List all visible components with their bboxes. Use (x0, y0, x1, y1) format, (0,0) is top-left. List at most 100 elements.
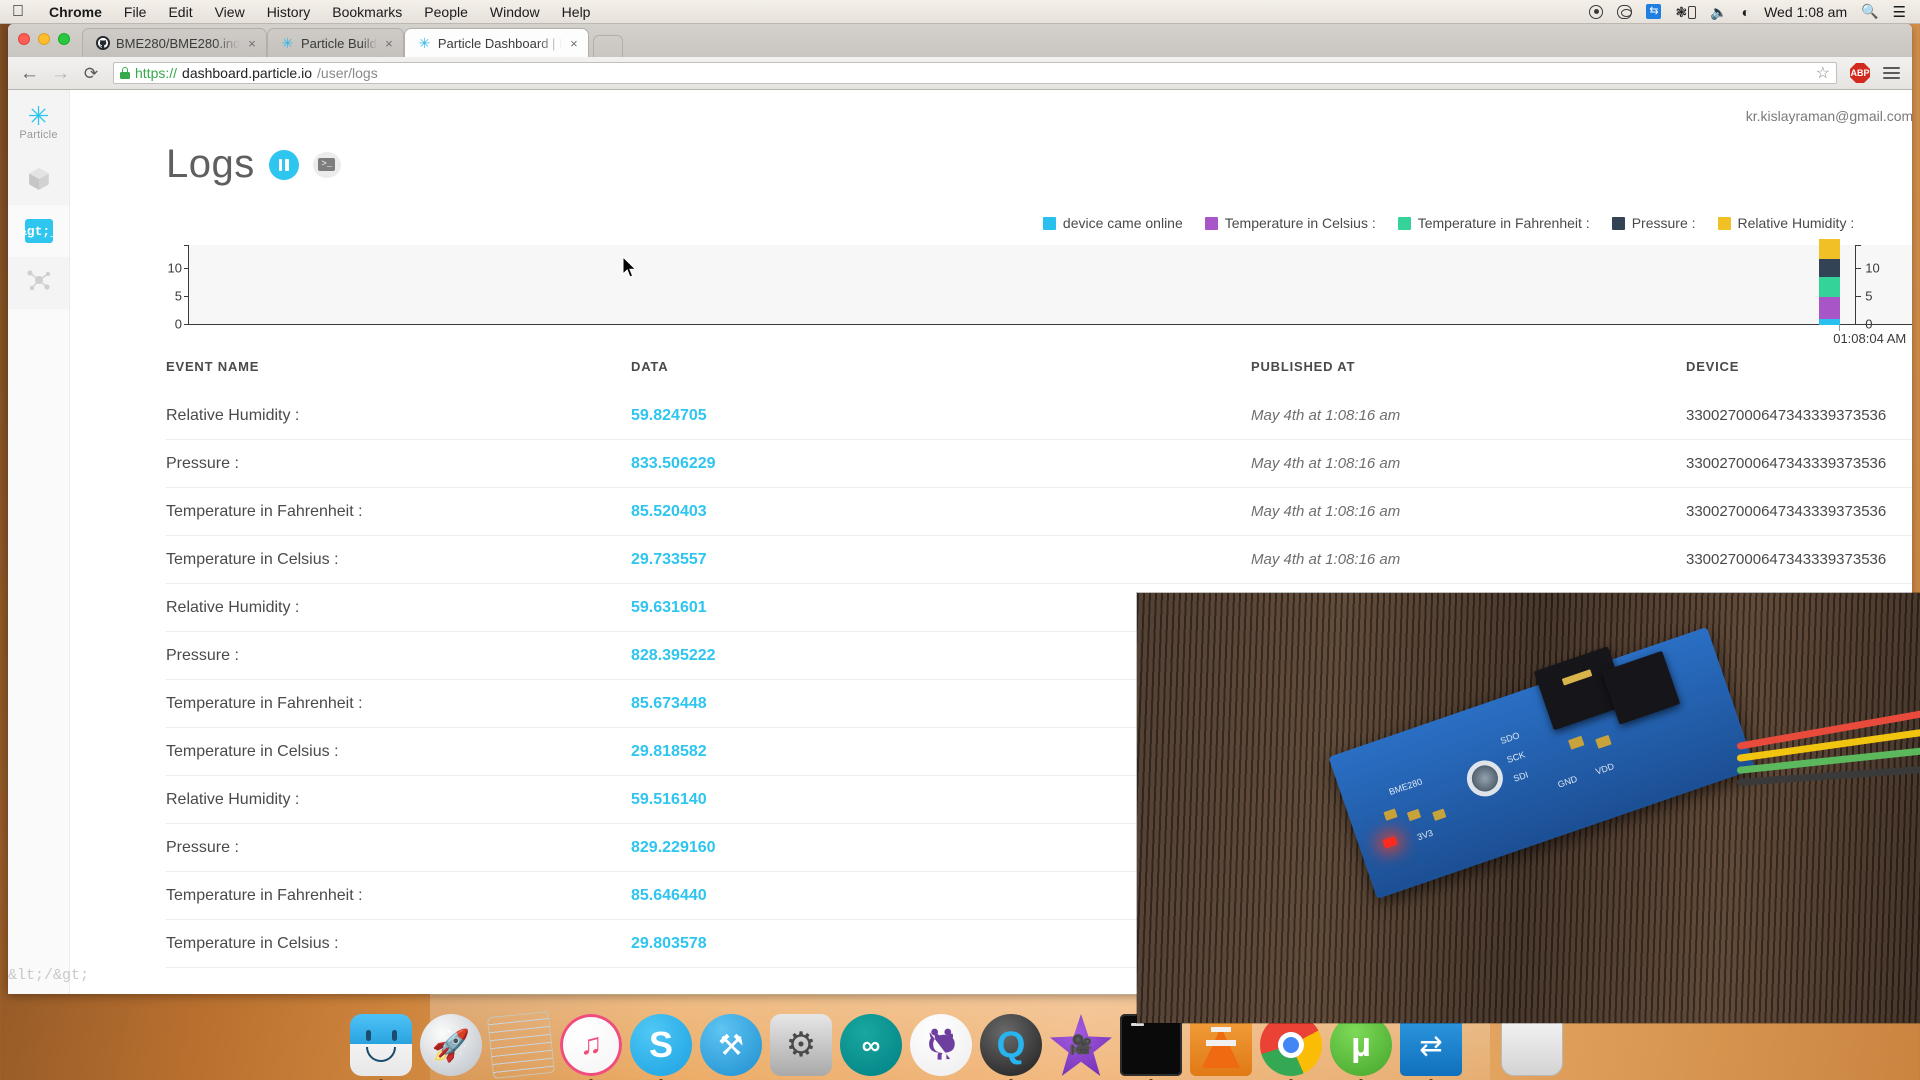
cell-data[interactable]: 29.733557 (631, 551, 1251, 569)
arrows-icon: ⇄ (1419, 1029, 1443, 1061)
table-row[interactable]: Pressure : 833.506229 May 4th at 1:08:16… (166, 440, 1912, 488)
bluetooth-icon[interactable]: ❃ (1675, 5, 1697, 19)
menu-item-bookmarks[interactable]: Bookmarks (321, 4, 413, 20)
volume-icon[interactable]: 🔈 (1710, 5, 1727, 19)
cell-published-at: May 4th at 1:08:16 am (1251, 407, 1401, 424)
cell-device: 330027000647343339373536 (1686, 407, 1887, 424)
menu-item-chrome[interactable]: Chrome (38, 4, 113, 20)
dock-item-arduino[interactable]: ∞ (840, 1014, 902, 1076)
dock-item-notes[interactable] (486, 1010, 556, 1080)
dock-item-trash[interactable] (1501, 1014, 1563, 1076)
gear-icon: ⚙ (785, 1026, 817, 1064)
account-menu[interactable]: kr.kislayraman@gmail.com▾ (1746, 108, 1912, 124)
dock-item-quicktime[interactable]: Q (980, 1014, 1042, 1080)
tab-particle-build[interactable]: ✳ Particle Build × (267, 28, 404, 57)
reload-button[interactable]: ⟳ (82, 65, 100, 82)
legend-item-pressure[interactable]: Pressure : (1611, 215, 1696, 231)
cell-event-name: Temperature in Celsius : (166, 934, 339, 952)
tab-bme280-github[interactable]: BME280/BME280.ino at ma × (82, 28, 267, 57)
menu-bar-clock[interactable]: Wed 1:08 am (1764, 4, 1847, 20)
tab-title: Particle Dashboard | Build (437, 35, 562, 51)
particle-logo-label: Particle (19, 129, 58, 141)
legend-item-temperature-fahrenheit[interactable]: Temperature in Fahrenheit : (1397, 215, 1590, 231)
cell-event-name: Pressure : (166, 838, 239, 856)
close-tab-icon[interactable]: × (383, 36, 395, 51)
pause-button[interactable] (268, 149, 299, 180)
bookmark-star-icon[interactable]: ☆ (1816, 63, 1830, 83)
teamviewer-status-icon[interactable] (1617, 4, 1633, 19)
traffic-cone-icon (1202, 1027, 1240, 1068)
wifi-icon[interactable]: ◐ (1742, 5, 1750, 19)
skype-letter-icon: S (648, 1024, 673, 1065)
spotlight-search-icon[interactable]: 🔍 (1861, 3, 1878, 20)
menu-item-view[interactable]: View (204, 4, 256, 20)
sidebar-item-integrations[interactable] (8, 257, 69, 309)
minimize-window-button[interactable] (38, 33, 50, 45)
legend-label: Relative Humidity : (1737, 215, 1855, 231)
sync-status-icon[interactable]: ⇆ (1646, 4, 1662, 19)
menu-item-help[interactable]: Help (551, 4, 602, 20)
maximize-window-button[interactable] (58, 33, 70, 45)
close-tab-icon[interactable]: × (246, 36, 258, 51)
cell-event-name: Temperature in Fahrenheit : (166, 886, 363, 904)
chart-y-axis: 10 5 0 (168, 245, 189, 332)
sidebar-item-logs[interactable]: &gt;_ (8, 205, 69, 257)
dock-item-skype[interactable]: S (630, 1014, 692, 1080)
video-camera-icon: 🎥 (1069, 1035, 1093, 1056)
address-bar[interactable]: https://dashboard.particle.io/user/logs … (113, 62, 1837, 84)
dock-item-utorrent[interactable]: µ (1330, 1014, 1392, 1080)
cell-data[interactable]: 59.824705 (631, 407, 1251, 425)
legend-item-device-online[interactable]: device came online (1042, 215, 1183, 231)
console-button[interactable]: >_ (312, 151, 341, 178)
app-sidebar: ✳ Particle &gt;_ &lt;/&gt; (8, 90, 89, 994)
bar-segment-temperature-fahrenheit (1819, 277, 1841, 297)
dock-item-chrome[interactable] (1260, 1014, 1322, 1080)
chart-stacked-bar[interactable] (1819, 239, 1841, 325)
dock-item-teamviewer[interactable]: ⇄ (1400, 1014, 1462, 1080)
dock-item-imovie[interactable]: 🎥 (1050, 1014, 1112, 1076)
menu-item-people[interactable]: People (413, 4, 479, 20)
back-button[interactable]: ← (20, 64, 39, 83)
close-tab-icon[interactable]: × (568, 36, 580, 51)
cell-data[interactable]: 85.520403 (631, 503, 1251, 521)
legend-item-temperature-celsius[interactable]: Temperature in Celsius : (1204, 215, 1376, 231)
menu-item-file[interactable]: File (113, 4, 158, 20)
tab-particle-dashboard[interactable]: ✳ Particle Dashboard | Build × (403, 28, 589, 57)
dock-item-finder[interactable] (350, 1014, 412, 1080)
table-row[interactable]: Temperature in Celsius : 29.733557 May 4… (166, 536, 1912, 584)
dock-item-app-store[interactable]: ⚒ (700, 1014, 762, 1076)
particle-logo[interactable]: ✳ Particle (8, 90, 69, 153)
menu-item-edit[interactable]: Edit (157, 4, 203, 20)
quicktime-q-icon: Q (996, 1024, 1026, 1065)
page-title: Logs (166, 142, 255, 186)
bme280-board: BME280 SDO SCK SDI GND VDD 3V3 (1328, 626, 1756, 900)
cell-event-name: Pressure : (166, 646, 239, 664)
menu-item-history[interactable]: History (256, 4, 322, 20)
forward-button[interactable]: → (51, 64, 70, 83)
new-tab-button[interactable] (592, 35, 623, 57)
dock-item-github[interactable] (910, 1014, 972, 1076)
table-row[interactable]: Temperature in Fahrenheit : 85.520403 Ma… (166, 488, 1912, 536)
table-row[interactable]: Relative Humidity : 59.824705 May 4th at… (166, 392, 1912, 440)
dock-item-terminal[interactable] (1120, 1014, 1182, 1080)
chrome-menu-icon[interactable] (1883, 66, 1900, 80)
dock-item-itunes[interactable]: ♫ (560, 1014, 622, 1080)
notification-center-icon[interactable]: ☰ (1893, 3, 1906, 21)
sidebar-item-devices[interactable] (8, 153, 69, 205)
bar-segment-device-online (1819, 319, 1841, 325)
cell-event-name: Temperature in Celsius : (166, 742, 339, 760)
chart-right-y-axis: 10 5 0 (1855, 245, 1880, 332)
screen-record-icon[interactable] (1589, 4, 1604, 19)
dock-item-launchpad[interactable]: 🚀 (420, 1014, 482, 1076)
adblock-plus-icon[interactable]: ABP (1850, 63, 1870, 83)
table-header-row: EVENT NAME DATA PUBLISHED AT DEVICE (166, 359, 1912, 392)
dock-item-vlc[interactable] (1190, 1014, 1252, 1076)
cell-data[interactable]: 833.506229 (631, 455, 1251, 473)
apple-menu-icon[interactable]:  (0, 3, 38, 20)
close-window-button[interactable] (18, 33, 30, 45)
dock-item-system-preferences[interactable]: ⚙ (770, 1014, 832, 1076)
mu-icon: µ (1351, 1025, 1371, 1064)
legend-item-relative-humidity[interactable]: Relative Humidity : (1717, 215, 1855, 231)
menu-item-window[interactable]: Window (479, 4, 551, 20)
sidebar-docs-icon[interactable]: &lt;/&gt; (8, 967, 89, 984)
